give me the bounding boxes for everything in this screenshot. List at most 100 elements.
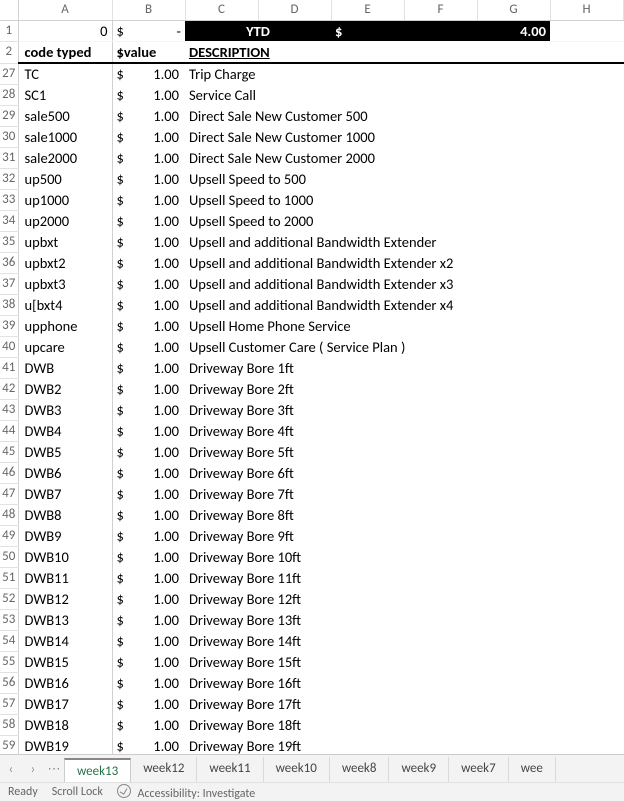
header-value[interactable]: $value bbox=[112, 42, 185, 64]
cell-description[interactable]: Driveway Bore 13ft bbox=[185, 609, 624, 630]
row-header[interactable]: 27 bbox=[0, 63, 18, 84]
row-header[interactable]: 38 bbox=[0, 294, 18, 315]
cell-B1[interactable]: $- bbox=[112, 21, 185, 42]
row-header[interactable]: 52 bbox=[0, 588, 18, 609]
row-header[interactable]: 43 bbox=[0, 399, 18, 420]
cell-code[interactable]: DWB4 bbox=[18, 420, 112, 441]
cell-value[interactable]: $1.00 bbox=[112, 231, 185, 252]
cell-value[interactable]: $1.00 bbox=[112, 567, 185, 588]
column-header-E[interactable]: E bbox=[331, 0, 404, 21]
cell-value[interactable]: $1.00 bbox=[112, 483, 185, 504]
column-header-H[interactable]: H bbox=[550, 0, 623, 21]
cell-code[interactable]: DWB17 bbox=[18, 693, 112, 714]
cell-code[interactable]: sale1000 bbox=[18, 126, 112, 147]
row-header[interactable]: 28 bbox=[0, 84, 18, 105]
row-header[interactable]: 32 bbox=[0, 168, 18, 189]
cell-value[interactable]: $1.00 bbox=[112, 84, 185, 105]
row-header[interactable]: 56 bbox=[0, 672, 18, 693]
tab-prev-button[interactable]: ‹ bbox=[0, 762, 22, 777]
cell-code[interactable]: DWB19 bbox=[18, 735, 112, 756]
cell-code[interactable]: DWB16 bbox=[18, 672, 112, 693]
row-header[interactable]: 31 bbox=[0, 147, 18, 168]
cell-value[interactable]: $1.00 bbox=[112, 252, 185, 273]
row-header[interactable]: 30 bbox=[0, 126, 18, 147]
cell-code[interactable]: up1000 bbox=[18, 189, 112, 210]
sheet-tab-week9[interactable]: week9 bbox=[389, 757, 449, 782]
sheet-tab-week12[interactable]: week12 bbox=[131, 757, 197, 782]
column-header-C[interactable]: C bbox=[185, 0, 258, 21]
cell-description[interactable]: Upsell and additional Bandwidth Extender… bbox=[185, 273, 624, 294]
cell-code[interactable]: upbxt2 bbox=[18, 252, 112, 273]
cell-description[interactable]: Driveway Bore 14ft bbox=[185, 630, 624, 651]
row-header[interactable]: 33 bbox=[0, 189, 18, 210]
cell-code[interactable]: TC bbox=[18, 63, 112, 84]
cell-value[interactable]: $1.00 bbox=[112, 273, 185, 294]
row-header[interactable]: 34 bbox=[0, 210, 18, 231]
row-header[interactable]: 49 bbox=[0, 525, 18, 546]
cell-description[interactable]: Upsell and additional Bandwidth Extender bbox=[185, 231, 624, 252]
cell-description[interactable]: Upsell Speed to 1000 bbox=[185, 189, 624, 210]
cell-code[interactable]: DWB13 bbox=[18, 609, 112, 630]
cell-value[interactable]: $1.00 bbox=[112, 609, 185, 630]
cell-value[interactable]: $1.00 bbox=[112, 105, 185, 126]
cell-code[interactable]: sale500 bbox=[18, 105, 112, 126]
cell-value[interactable]: $1.00 bbox=[112, 714, 185, 735]
cell-description[interactable]: Driveway Bore 16ft bbox=[185, 672, 624, 693]
cell-value[interactable]: $1.00 bbox=[112, 378, 185, 399]
cell-value[interactable]: $1.00 bbox=[112, 315, 185, 336]
tab-next-button[interactable]: › bbox=[22, 762, 44, 777]
cell-code[interactable]: DWB bbox=[18, 357, 112, 378]
cell-value[interactable]: $1.00 bbox=[112, 651, 185, 672]
cell-code[interactable]: DWB5 bbox=[18, 441, 112, 462]
cell-value[interactable]: $1.00 bbox=[112, 399, 185, 420]
cell-value[interactable]: $1.00 bbox=[112, 672, 185, 693]
cell-description[interactable]: Driveway Bore 15ft bbox=[185, 651, 624, 672]
cell-value[interactable]: $1.00 bbox=[112, 735, 185, 756]
cell-value[interactable]: $1.00 bbox=[112, 336, 185, 357]
ytd-value-cell[interactable]: 4.00 bbox=[404, 21, 550, 42]
cell-description[interactable]: Upsell Customer Care ( Service Plan ) bbox=[185, 336, 624, 357]
cell-H1[interactable] bbox=[550, 21, 623, 42]
row-header[interactable]: 54 bbox=[0, 630, 18, 651]
row-header[interactable]: 29 bbox=[0, 105, 18, 126]
cell-value[interactable]: $1.00 bbox=[112, 504, 185, 525]
cell-description[interactable]: Driveway Bore 4ft bbox=[185, 420, 624, 441]
cell-value[interactable]: $1.00 bbox=[112, 441, 185, 462]
sheet-tab-week10[interactable]: week10 bbox=[264, 757, 330, 782]
cell-value[interactable]: $1.00 bbox=[112, 420, 185, 441]
cell-description[interactable]: Driveway Bore 10ft bbox=[185, 546, 624, 567]
cell-value[interactable]: $1.00 bbox=[112, 693, 185, 714]
sheet-tab-week13[interactable]: week13 bbox=[64, 758, 131, 782]
row-header[interactable]: 44 bbox=[0, 420, 18, 441]
row-header[interactable]: 1 bbox=[0, 21, 18, 42]
cell-description[interactable]: Driveway Bore 3ft bbox=[185, 399, 624, 420]
cell-description[interactable]: Driveway Bore 19ft bbox=[185, 735, 624, 756]
cell-description[interactable]: Direct Sale New Customer 2000 bbox=[185, 147, 624, 168]
cell-code[interactable]: DWB15 bbox=[18, 651, 112, 672]
cell-value[interactable]: $1.00 bbox=[112, 525, 185, 546]
sheet-tab-wee[interactable]: wee bbox=[509, 757, 556, 782]
row-header[interactable]: 58 bbox=[0, 714, 18, 735]
cell-description[interactable]: Trip Charge bbox=[185, 63, 624, 84]
cell-description[interactable]: Driveway Bore 1ft bbox=[185, 357, 624, 378]
tab-more-button[interactable]: ⋯ bbox=[44, 762, 64, 777]
cell-value[interactable]: $1.00 bbox=[112, 63, 185, 84]
status-accessibility[interactable]: Accessibility: Investigate bbox=[117, 783, 255, 801]
header-empty[interactable] bbox=[331, 42, 404, 64]
cell-value[interactable]: $1.00 bbox=[112, 588, 185, 609]
sheet-tab-week7[interactable]: week7 bbox=[449, 757, 509, 782]
cell-code[interactable]: upbxt bbox=[18, 231, 112, 252]
cell-description[interactable]: Direct Sale New Customer 500 bbox=[185, 105, 624, 126]
cell-code[interactable]: DWB8 bbox=[18, 504, 112, 525]
header-description[interactable]: DESCRIPTION bbox=[185, 42, 331, 64]
cell-code[interactable]: upbxt3 bbox=[18, 273, 112, 294]
spreadsheet-grid[interactable]: ABCDEFGHI10$-YTD$4.002code typed$valueDE… bbox=[0, 0, 624, 771]
cell-description[interactable]: Upsell Home Phone Service bbox=[185, 315, 624, 336]
row-header[interactable]: 50 bbox=[0, 546, 18, 567]
cell-description[interactable]: Driveway Bore 6ft bbox=[185, 462, 624, 483]
select-all-corner[interactable] bbox=[0, 0, 18, 21]
cell-description[interactable]: Upsell Speed to 2000 bbox=[185, 210, 624, 231]
cell-code[interactable]: u[bxt4 bbox=[18, 294, 112, 315]
cell-code[interactable]: DWB3 bbox=[18, 399, 112, 420]
cell-description[interactable]: Driveway Bore 9ft bbox=[185, 525, 624, 546]
